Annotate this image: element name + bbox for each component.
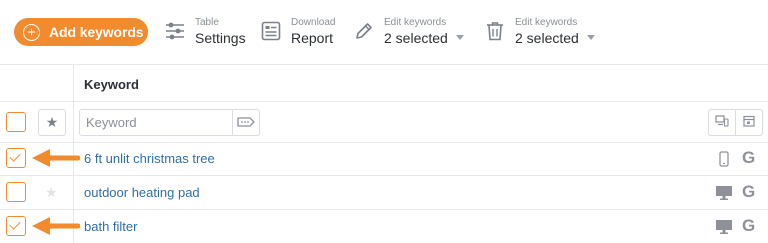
keyword-link[interactable]: 6 ft unlit christmas tree xyxy=(84,151,215,166)
star-filter-button[interactable]: ★ xyxy=(38,109,66,136)
delete-keywords-small-label: Edit keywords xyxy=(515,16,578,28)
add-keywords-label: Add keywords xyxy=(49,24,144,40)
divider xyxy=(0,101,768,102)
delete-selected-count: 2 selected xyxy=(515,29,579,46)
chevron-down-icon xyxy=(455,34,464,40)
star-icon: ★ xyxy=(45,114,59,130)
check-icon xyxy=(9,150,21,162)
divider xyxy=(0,64,768,65)
download-report-button[interactable]: Download Report xyxy=(259,16,335,46)
divider xyxy=(0,175,768,176)
select-all-checkbox[interactable] xyxy=(6,112,26,132)
report-icon xyxy=(259,19,283,43)
download-small-label: Download xyxy=(291,16,336,28)
row-checkbox[interactable] xyxy=(6,148,26,168)
devices-icon xyxy=(715,114,729,132)
engine-filter-button[interactable] xyxy=(735,109,763,136)
edit-keywords-small-label: Edit keywords xyxy=(384,16,447,28)
keyword-link[interactable]: outdoor heating pad xyxy=(84,185,200,200)
google-icon: G xyxy=(742,182,756,201)
star-icon[interactable]: ★ xyxy=(45,184,58,201)
edit-keywords-dropdown[interactable]: Edit keywords 2 selected xyxy=(352,16,464,46)
delete-keywords-dropdown[interactable]: Edit keywords 2 selected xyxy=(483,16,595,46)
device-filter-button[interactable] xyxy=(708,109,736,136)
annotation-arrow-icon xyxy=(32,149,80,167)
pencil-icon xyxy=(352,19,376,43)
desktop-icon xyxy=(715,218,733,236)
row-checkbox[interactable] xyxy=(6,182,26,202)
chevron-down-icon xyxy=(586,34,595,40)
plus-circle-icon: + xyxy=(23,23,40,41)
report-label: Report xyxy=(291,29,334,46)
table-settings-label: Settings xyxy=(195,29,246,46)
add-keywords-button[interactable]: + Add keywords xyxy=(14,18,148,46)
annotation-arrow-icon xyxy=(32,217,80,235)
mobile-icon xyxy=(715,150,733,168)
google-icon: G xyxy=(742,216,756,235)
toolbar: + Add keywords Table Settings Download R… xyxy=(0,0,768,64)
filter-options-button[interactable] xyxy=(232,109,260,136)
sliders-icon xyxy=(163,19,187,43)
divider xyxy=(0,142,768,143)
keyword-column-header[interactable]: Keyword xyxy=(84,77,139,92)
desktop-icon xyxy=(715,184,733,202)
tag-icon xyxy=(237,114,255,132)
calendar-icon xyxy=(742,114,755,132)
trash-icon xyxy=(483,19,507,43)
keyword-filter-input[interactable] xyxy=(79,109,233,136)
table-settings-small-label: Table xyxy=(195,16,219,28)
divider xyxy=(0,209,768,210)
google-icon: G xyxy=(742,148,756,167)
row-checkbox[interactable] xyxy=(6,216,26,236)
edit-selected-count: 2 selected xyxy=(384,29,448,46)
keyword-link[interactable]: bath filter xyxy=(84,219,137,234)
check-icon xyxy=(9,218,21,230)
table-settings-button[interactable]: Table Settings xyxy=(163,16,246,46)
